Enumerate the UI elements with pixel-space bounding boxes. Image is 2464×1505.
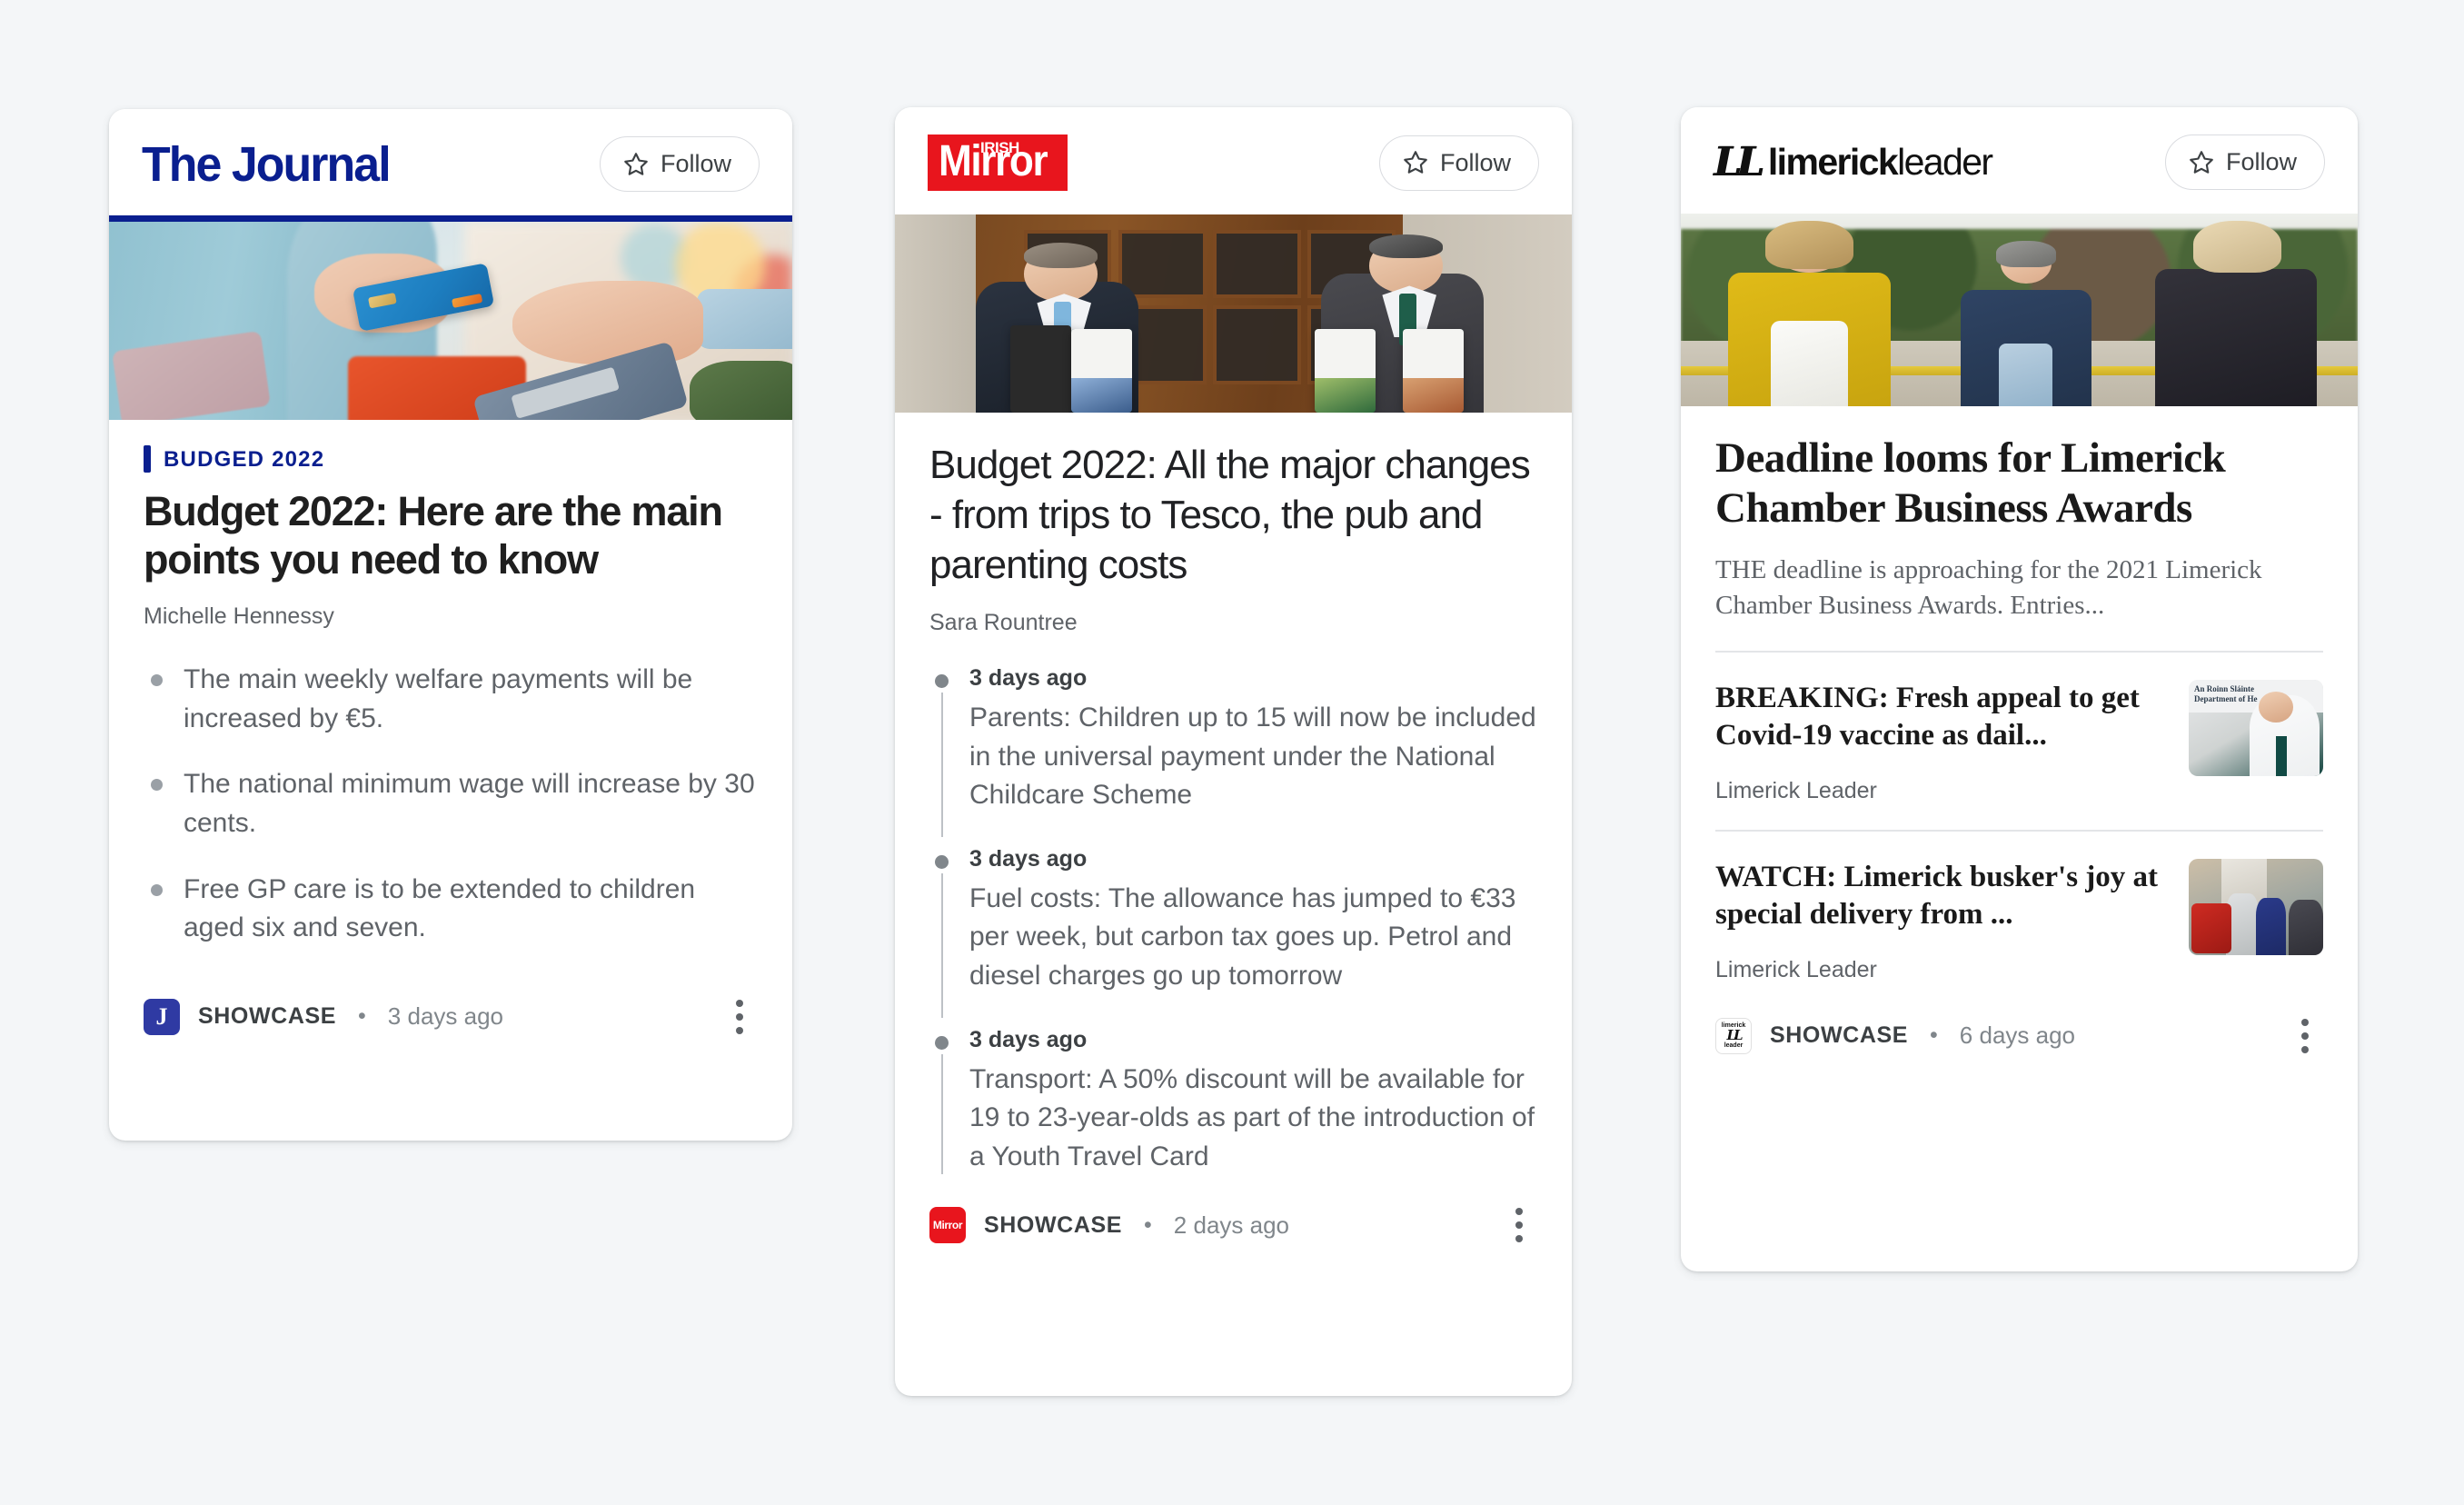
limerick-leader-monogram: LL <box>1714 138 1764 185</box>
limerick-leader-wordmark: LL limerick leader <box>1714 138 1993 185</box>
list-item[interactable]: The national minimum wage will increase … <box>144 765 758 842</box>
publisher-logo-limerick-leader[interactable]: LL limerick leader <box>1714 138 1993 185</box>
publisher-header: The Journal Follow <box>109 109 792 215</box>
timeline-list: 3 days ago Parents: Children up to 15 wi… <box>929 665 1537 1183</box>
card-footer: Mirror SHOWCASE • 2 days ago <box>895 1183 1572 1278</box>
star-icon <box>624 152 648 175</box>
list-item[interactable]: WATCH: Limerick busker's joy at special … <box>1715 832 2323 1009</box>
byline: Sara Rountree <box>929 610 1078 635</box>
timestamp: 2 days ago <box>1173 1211 1290 1239</box>
brand-rule <box>109 215 792 222</box>
limerick-leader-favicon: limerick LL leader <box>1715 1017 1752 1054</box>
favicon-bottom-text: leader <box>1724 1042 1744 1050</box>
card-body: BUDGED 2022 Budget 2022: Here are the ma… <box>109 420 792 948</box>
favicon-letter: Mirror <box>932 1219 963 1232</box>
publisher-header: IRISH Mirror Follow <box>895 107 1572 214</box>
article-thumbnail[interactable]: An Roinn Sláinte Department of He <box>2189 680 2323 777</box>
summary: THE deadline is approaching for the 2021… <box>1715 555 2262 621</box>
follow-button-label: Follow <box>1439 148 1511 176</box>
list-item[interactable]: The main weekly welfare payments will be… <box>144 661 758 738</box>
more-options-icon[interactable] <box>2287 1018 2323 1054</box>
list-item[interactable]: 3 days ago Parents: Children up to 15 wi… <box>929 665 1537 846</box>
timeline-text: Parents: Children up to 15 will now be i… <box>969 703 1536 811</box>
showcase-card-limerick-leader[interactable]: LL limerick leader Follow Deadline looms… <box>1681 107 2358 1271</box>
list-item[interactable]: Free GP care is to be extended to childr… <box>144 871 758 948</box>
favicon-letter: J <box>155 1002 168 1030</box>
article-source: Limerick Leader <box>1715 778 1877 804</box>
follow-button[interactable]: Follow <box>599 136 760 192</box>
follow-button-label: Follow <box>660 150 731 177</box>
separator-dot: • <box>358 1003 366 1030</box>
separator-dot: • <box>1144 1211 1152 1238</box>
irish-mirror-wordmark: IRISH Mirror <box>928 135 1068 191</box>
timestamp: 3 days ago <box>387 1002 504 1031</box>
headline[interactable]: Budget 2022: Here are the main points yo… <box>144 487 758 583</box>
more-options-icon[interactable] <box>721 999 758 1035</box>
follow-button[interactable]: Follow <box>2164 135 2325 190</box>
separator-dot: • <box>1930 1022 1938 1049</box>
article-title[interactable]: BREAKING: Fresh appeal to get Covid-19 v… <box>1715 680 2165 754</box>
showcase-card-irish-mirror[interactable]: IRISH Mirror Follow Budget 2022: All the… <box>895 107 1572 1396</box>
more-options-icon[interactable] <box>1501 1207 1537 1243</box>
timeline-timestamp: 3 days ago <box>969 845 1088 872</box>
timestamp: 6 days ago <box>1959 1022 2076 1050</box>
limerick-leader-logo-light: leader <box>1897 141 1993 183</box>
kicker: BUDGED 2022 <box>144 445 758 473</box>
card-footer: J SHOWCASE • 3 days ago <box>109 975 792 1070</box>
showcase-label: SHOWCASE <box>984 1211 1123 1238</box>
card-body: Budget 2022: All the major changes - fro… <box>895 413 1572 1183</box>
timeline-text: Transport: A 50% discount will be availa… <box>969 1063 1535 1171</box>
timeline-timestamp: 3 days ago <box>969 665 1088 691</box>
limerick-leader-logo-bold: limerick <box>1767 141 1899 183</box>
kicker-accent-bar <box>144 445 151 473</box>
star-icon <box>2190 150 2213 174</box>
article-title[interactable]: WATCH: Limerick busker's joy at special … <box>1715 859 2165 933</box>
showcase-panel-root: The Journal Follow BUDGED 2022 Budget 20… <box>0 0 2464 1505</box>
showcase-label: SHOWCASE <box>1770 1022 1909 1049</box>
publisher-logo-the-journal[interactable]: The Journal <box>142 140 400 189</box>
kicker-label: BUDGED 2022 <box>164 447 325 472</box>
headline[interactable]: Budget 2022: All the major changes - fro… <box>929 440 1537 590</box>
bullet-list: The main weekly welfare payments will be… <box>144 661 758 948</box>
publisher-header: LL limerick leader Follow <box>1681 107 2358 214</box>
list-item[interactable]: 3 days ago Transport: A 50% discount wil… <box>929 1027 1537 1184</box>
hero-image-three-people[interactable] <box>1681 214 2358 406</box>
list-item[interactable]: BREAKING: Fresh appeal to get Covid-19 v… <box>1715 653 2323 830</box>
the-journal-favicon: J <box>144 998 180 1035</box>
irish-mirror-logo-main: Mirror <box>939 137 1048 185</box>
footer-attribution: limerick LL leader SHOWCASE • 6 days ago <box>1715 1017 2076 1054</box>
hero-image-card-payment[interactable] <box>109 222 792 420</box>
irish-mirror-favicon: Mirror <box>929 1207 966 1244</box>
footer-attribution: J SHOWCASE • 3 days ago <box>144 998 504 1035</box>
footer-attribution: Mirror SHOWCASE • 2 days ago <box>929 1207 1290 1244</box>
star-icon <box>1404 151 1427 174</box>
follow-button-label: Follow <box>2225 148 2297 175</box>
publisher-logo-irish-mirror[interactable]: IRISH Mirror <box>928 135 1068 191</box>
list-item[interactable]: 3 days ago Fuel costs: The allowance has… <box>929 846 1537 1027</box>
timeline-timestamp: 3 days ago <box>969 1026 1088 1052</box>
timeline-text: Fuel costs: The allowance has jumped to … <box>969 882 1516 991</box>
follow-button[interactable]: Follow <box>1378 135 1539 191</box>
the-journal-wordmark: The Journal <box>142 136 392 192</box>
card-body: Deadline looms for Limerick Chamber Busi… <box>1681 406 2358 1009</box>
headline[interactable]: Deadline looms for Limerick Chamber Busi… <box>1715 434 2323 533</box>
article-thumbnail[interactable] <box>2189 859 2323 956</box>
article-source: Limerick Leader <box>1715 956 1877 982</box>
showcase-card-the-journal[interactable]: The Journal Follow BUDGED 2022 Budget 20… <box>109 109 792 1141</box>
byline: Michelle Hennessy <box>144 603 334 630</box>
hero-image-ministers[interactable] <box>895 214 1572 413</box>
card-footer: limerick LL leader SHOWCASE • 6 days ago <box>1681 1009 2358 1089</box>
showcase-label: SHOWCASE <box>198 1003 337 1030</box>
favicon-monogram: LL <box>1726 1027 1743 1044</box>
